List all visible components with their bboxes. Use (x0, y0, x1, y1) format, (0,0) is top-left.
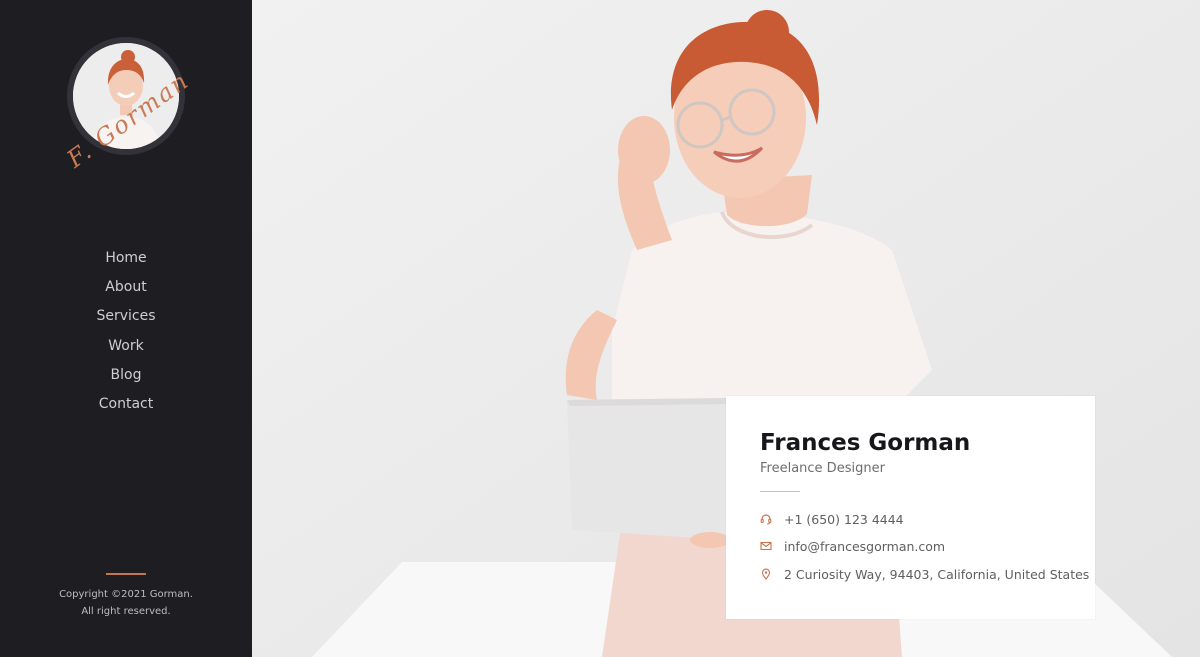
contact-email[interactable]: info@francesgorman.com (760, 537, 945, 555)
nav-item-contact[interactable]: Contact (0, 393, 252, 422)
nav-item-services[interactable]: Services (0, 305, 252, 334)
headset-icon (760, 514, 772, 525)
map-pin-icon (761, 568, 771, 580)
contact-address-text: 2 Curiosity Way, 94403, California, Unit… (784, 566, 1090, 582)
envelope-icon (760, 541, 772, 551)
footer-divider (106, 573, 146, 575)
nav-item-about[interactable]: About (0, 276, 252, 305)
main-nav: Home About Services Work Blog Contact (0, 247, 252, 422)
sidebar: F. Gorman Home About Services Work Blog … (0, 0, 252, 657)
signature-logo[interactable]: F. Gorman (60, 66, 200, 208)
contact-phone-text: +1 (650) 123 4444 (784, 511, 904, 527)
copyright: Copyright ©2021 Gorman. All right reserv… (0, 586, 252, 620)
nav-item-blog[interactable]: Blog (0, 364, 252, 393)
contact-phone[interactable]: +1 (650) 123 4444 (760, 510, 904, 528)
copyright-line-1: Copyright ©2021 Gorman. (59, 589, 193, 600)
nav-item-home[interactable]: Home (0, 247, 252, 276)
profile-name: Frances Gorman (760, 430, 971, 456)
contact-address[interactable]: 2 Curiosity Way, 94403, California, Unit… (760, 565, 1089, 583)
profile-title: Freelance Designer (760, 461, 885, 476)
card-divider (760, 491, 800, 492)
nav-item-work[interactable]: Work (0, 335, 252, 364)
profile-card: Frances Gorman Freelance Designer +1 (65… (726, 396, 1095, 619)
contact-email-text: info@francesgorman.com (784, 538, 946, 554)
copyright-line-2: All right reserved. (81, 606, 171, 617)
